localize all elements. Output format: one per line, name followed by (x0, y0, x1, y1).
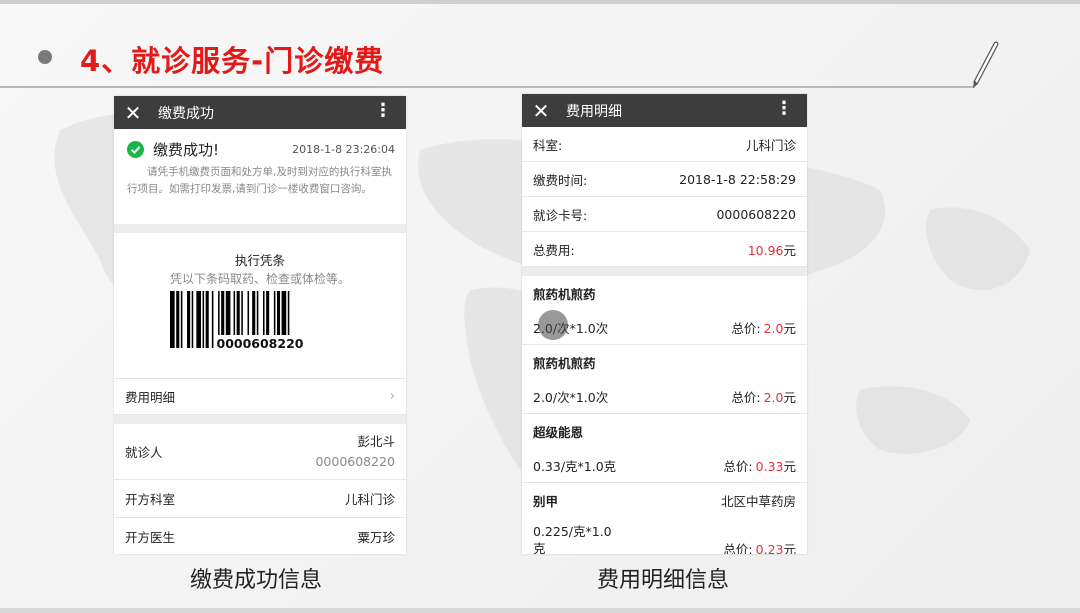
voucher-subtitle: 凭以下条码取药、检查或体检等。 (169, 272, 350, 286)
title-bullet (38, 50, 52, 64)
check-circle-icon (127, 141, 144, 158)
fee-item-total-unit: 元 (783, 389, 796, 405)
patient-row: 就诊人 彭北斗 0000608220 (114, 424, 406, 480)
fee-info-amount: 2018-1-8 22:58:29 (679, 171, 796, 187)
fee-info-row: 缴费时间: 2018-1-8 22:58:29 (522, 162, 807, 197)
fee-info-label: 缴费时间: (533, 172, 588, 188)
doctor-row: 开方医生 粟万珍 (114, 518, 406, 554)
more-vert-icon[interactable]: ⋮ (374, 100, 392, 121)
fee-info-value: 儿科门诊 (746, 135, 796, 154)
fee-info-label: 总费用: (533, 242, 575, 258)
app-bar: ✕ 费用明细 ⋮ (522, 94, 807, 127)
patient-name: 彭北斗 (357, 433, 395, 449)
close-icon[interactable]: ✕ (522, 99, 560, 123)
fee-item-total-label: 总价: (723, 542, 753, 554)
fee-item-name: 煎药机煎药 (533, 355, 596, 371)
fee-info-value: 10.96元 (748, 240, 796, 259)
fee-item-header: 煎药机煎药 (522, 276, 807, 310)
fee-item-location: 北区中草药房 (720, 493, 796, 509)
fee-item-detail: 0.33/克*1.0克 总价: 0.33元 (522, 448, 807, 483)
slide: 4、就诊服务-门诊缴费 ✕ 缴费成功 ⋮ 缴费成功! 2018-1-8 23:2… (0, 0, 1080, 613)
section-separator (522, 267, 807, 276)
fee-item-name: 别甲 (533, 493, 559, 509)
fee-item-name: 超级能恩 (533, 424, 584, 440)
fee-item-total-label: 总价: (723, 458, 753, 474)
fee-info-row: 总费用: 10.96元 (522, 232, 807, 267)
fee-info-amount: 儿科门诊 (745, 137, 796, 153)
screen-title: 缴费成功 (158, 105, 214, 122)
app-bar: ✕ 缴费成功 ⋮ (114, 96, 406, 129)
patient-label: 就诊人 (125, 445, 163, 460)
fee-info-unit: 元 (783, 242, 796, 258)
voucher-section: 执行凭条 凭以下条码取药、检查或体检等。 0000608220 (114, 233, 406, 379)
section-separator (114, 224, 406, 233)
chevron-right-icon: › (389, 389, 395, 404)
more-vert-icon[interactable]: ⋮ (775, 98, 793, 119)
success-section: 缴费成功! 2018-1-8 23:26:04 请凭手机缴费页面和处方单,及时到… (114, 129, 406, 224)
bottom-border (0, 608, 1080, 613)
section-separator (114, 415, 406, 424)
fee-info-label: 就诊卡号: (533, 207, 588, 223)
fee-item-header: 煎药机煎药 (522, 345, 807, 379)
fee-item-name: 煎药机煎药 (533, 286, 596, 302)
fee-info-value: 2018-1-8 22:58:29 (679, 172, 796, 187)
fee-item-total-unit: 元 (783, 542, 796, 554)
fee-item-total-label: 总价: (731, 389, 761, 405)
fee-item-quantity: 0.225/克*1.0克 (533, 524, 612, 554)
barcode-number: 0000608220 (216, 336, 304, 351)
close-icon[interactable]: ✕ (114, 101, 152, 125)
fee-detail-label: 费用明细 (125, 390, 176, 405)
fee-info-row: 就诊卡号: 0000608220 (522, 197, 807, 232)
slide-title: 4、就诊服务-门诊缴费 (80, 44, 385, 78)
fee-info-label: 科室: (533, 137, 563, 153)
top-border (0, 0, 1080, 4)
doctor-label: 开方医生 (125, 529, 176, 545)
success-label: 缴费成功! (153, 141, 220, 159)
screen-title: 费用明细 (566, 103, 622, 120)
fee-item-total: 总价: 0.23元 (723, 539, 796, 554)
success-note: 请凭手机缴费页面和处方单,及时到对应的执行科室执行项目。如需打印发票,请到门诊一… (127, 166, 392, 195)
fee-info-row: 科室: 儿科门诊 (522, 127, 807, 162)
department-value: 儿科门诊 (344, 492, 395, 507)
fee-item-quantity: 2.0/次*1.0次 (533, 389, 609, 405)
fee-item-total-value: 0.33 (755, 458, 784, 474)
fee-info-value: 0000608220 (716, 207, 796, 222)
fee-item-total-value: 0.23 (755, 542, 784, 554)
fee-item-total: 总价: 2.0元 (731, 387, 796, 406)
fee-item-total: 总价: 2.0元 (731, 318, 796, 337)
doctor-value: 粟万珍 (357, 529, 395, 545)
fee-item-total-value: 2.0 (763, 320, 784, 336)
fee-info-amount: 10.96 (747, 242, 784, 258)
fee-item-total-unit: 元 (783, 458, 796, 474)
department-row: 开方科室 儿科门诊 (114, 480, 406, 518)
fee-item-total: 总价: 0.33元 (723, 456, 796, 475)
success-time: 2018-1-8 23:26:04 (292, 143, 395, 156)
fee-detail-screen: ✕ 费用明细 ⋮ 科室: 儿科门诊缴费时间: 2018-1-8 22:58:29 就诊… (522, 94, 807, 554)
touch-indicator (538, 310, 568, 340)
fee-info-amount: 0000608220 (716, 206, 796, 222)
fee-item-total-label: 总价: (731, 320, 761, 336)
pen-icon (973, 41, 999, 88)
caption-left: 缴费成功信息 (190, 568, 323, 593)
fee-info-list: 科室: 儿科门诊缴费时间: 2018-1-8 22:58:29 就诊卡号: 000060… (522, 127, 807, 267)
fee-item-header: 超级能恩 (522, 414, 807, 448)
fee-item-detail: 0.225/克*1.0克总价: 0.23元 (522, 517, 807, 554)
title-divider (0, 86, 975, 88)
fee-item-total-value: 2.0 (763, 389, 784, 405)
department-label: 开方科室 (125, 492, 176, 507)
patient-card-number: 0000608220 (315, 453, 395, 469)
fee-detail-link[interactable]: 费用明细 › (114, 379, 406, 415)
payment-success-screen: ✕ 缴费成功 ⋮ 缴费成功! 2018-1-8 23:26:04 请凭手机缴费页… (114, 96, 406, 554)
fee-item-detail: 2.0/次*1.0次 总价: 2.0元 (522, 379, 807, 414)
voucher-title: 执行凭条 (234, 253, 285, 268)
fee-item-quantity: 0.33/克*1.0克 (533, 458, 617, 474)
fee-item-total-unit: 元 (783, 320, 796, 336)
fee-item-header: 别甲 北区中草药房 (522, 483, 807, 517)
caption-right: 费用明细信息 (597, 568, 730, 593)
